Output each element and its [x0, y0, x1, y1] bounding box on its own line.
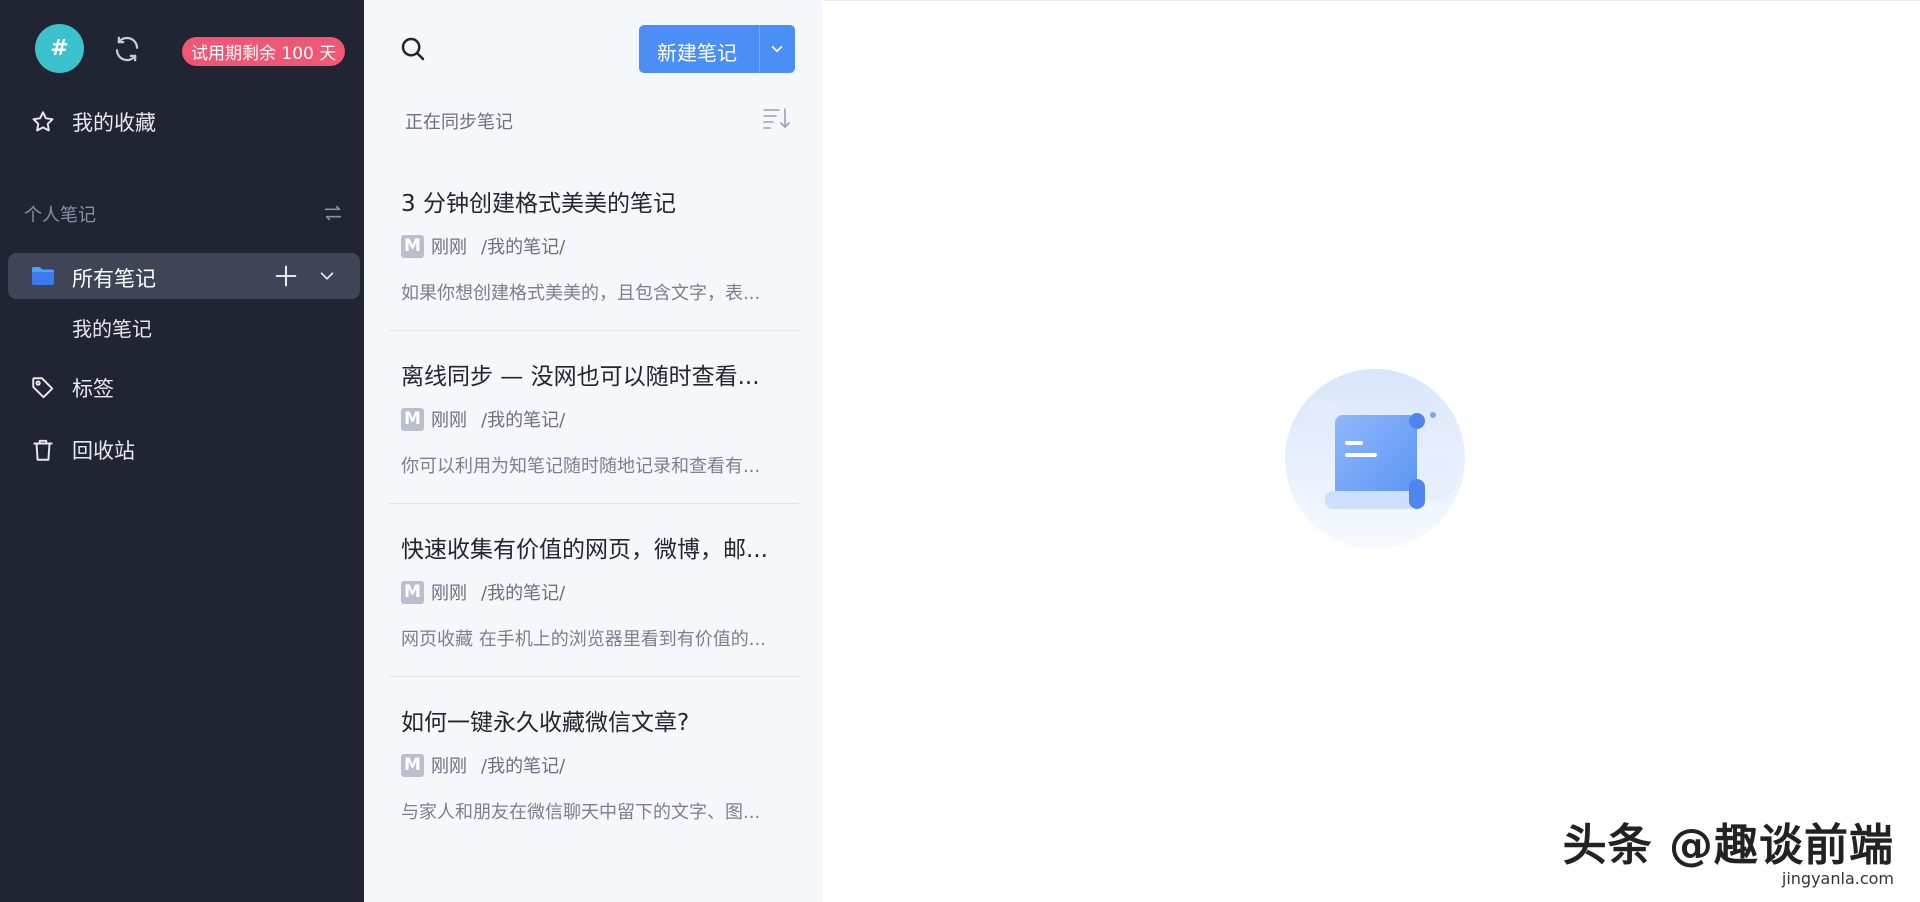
note-path: /我的笔记/ [481, 410, 566, 431]
chevron-down-icon[interactable] [316, 265, 338, 287]
note-path: /我的笔记/ [481, 583, 566, 604]
trial-badge[interactable]: 试用期剩余 100 天 [182, 37, 346, 66]
sidebar-item-tags[interactable]: 标签 [8, 365, 360, 411]
sort-icon[interactable] [761, 105, 791, 131]
note-title: 离线同步 — 没网也可以随时查看... [401, 364, 760, 390]
section-personal-notes: 个人笔记 [24, 200, 344, 228]
chevron-down-icon[interactable] [768, 40, 786, 58]
new-note-button[interactable]: 新建笔记 [639, 25, 795, 73]
empty-note-illustration [1285, 369, 1465, 549]
note-title: 如何一键永久收藏微信文章? [401, 710, 690, 736]
watermark: 头条 @趣谈前端 jingyanla.com [1563, 809, 1894, 888]
note-path: /我的笔记/ [481, 756, 566, 777]
markdown-badge-icon: M [401, 407, 424, 431]
markdown-badge-icon: M [401, 580, 424, 604]
sidebar-item-my-notes[interactable]: 我的笔记 [72, 313, 152, 342]
plus-icon[interactable] [272, 262, 300, 290]
sidebar-item-label: 所有笔记 [72, 267, 156, 291]
button-divider [759, 25, 760, 73]
sidebar-item-favorites[interactable]: 我的收藏 [8, 99, 360, 145]
sidebar-item-all-notes[interactable]: 所有笔记 [8, 253, 360, 299]
folder-icon [32, 267, 54, 285]
watermark-text: 头条 @趣谈前端 [1562, 820, 1894, 871]
sync-status: 正在同步笔记 [405, 112, 513, 133]
sidebar: # 试用期剩余 100 天 我的收藏 个人笔记 所有笔记 我的笔记 标签 回收站 [0, 0, 364, 902]
note-item[interactable]: 快速收集有价值的网页，微博，邮... M 刚刚 /我的笔记/ 网页收藏 在手机上… [389, 504, 799, 677]
note-item[interactable]: 离线同步 — 没网也可以随时查看... M 刚刚 /我的笔记/ 你可以利用为知笔… [389, 331, 799, 504]
note-snippet: 你可以利用为知笔记随时随地记录和查看有... [401, 456, 761, 477]
note-snippet: 如果你想创建格式美美的，且包含文字，表... [401, 283, 761, 304]
note-meta: M 刚刚 /我的笔记/ [401, 580, 565, 604]
note-title: 快速收集有价值的网页，微博，邮... [401, 537, 768, 563]
note-meta: M 刚刚 /我的笔记/ [401, 234, 565, 258]
sidebar-item-label: 我的收藏 [72, 111, 156, 135]
note-meta: M 刚刚 /我的笔记/ [401, 407, 565, 431]
avatar[interactable]: # [35, 24, 84, 73]
markdown-badge-icon: M [401, 234, 424, 258]
sync-icon[interactable] [112, 34, 142, 64]
tag-icon [32, 377, 54, 399]
sidebar-item-label: 回收站 [72, 439, 135, 463]
note-item[interactable]: 3 分钟创建格式美美的笔记 M 刚刚 /我的笔记/ 如果你想创建格式美美的，且包… [389, 158, 799, 331]
search-icon[interactable] [398, 34, 428, 64]
note-snippet: 与家人和朋友在微信聊天中留下的文字、图... [401, 802, 761, 823]
markdown-badge-icon: M [401, 753, 424, 777]
note-time: 刚刚 [431, 583, 467, 604]
star-icon [32, 111, 54, 132]
note-content-area: 头条 @趣谈前端 jingyanla.com [823, 0, 1920, 902]
note-time: 刚刚 [431, 756, 467, 777]
note-snippet: 网页收藏 在手机上的浏览器里看到有价值的... [401, 629, 766, 650]
note-meta: M 刚刚 /我的笔记/ [401, 753, 565, 777]
sidebar-item-label: 标签 [72, 377, 114, 401]
note-list-panel: 新建笔记 正在同步笔记 3 分钟创建格式美美的笔记 M 刚刚 /我的笔记/ 如果… [364, 0, 823, 902]
note-title: 3 分钟创建格式美美的笔记 [401, 191, 676, 217]
note-path: /我的笔记/ [481, 237, 566, 258]
trash-icon [33, 439, 53, 461]
note-item[interactable]: 如何一键永久收藏微信文章? M 刚刚 /我的笔记/ 与家人和朋友在微信聊天中留下… [389, 677, 799, 850]
new-note-label: 新建笔记 [657, 41, 737, 65]
section-title: 个人笔记 [24, 205, 96, 226]
note-time: 刚刚 [431, 410, 467, 431]
sidebar-item-trash[interactable]: 回收站 [8, 427, 360, 473]
swap-icon[interactable] [322, 202, 344, 224]
note-time: 刚刚 [431, 237, 467, 258]
